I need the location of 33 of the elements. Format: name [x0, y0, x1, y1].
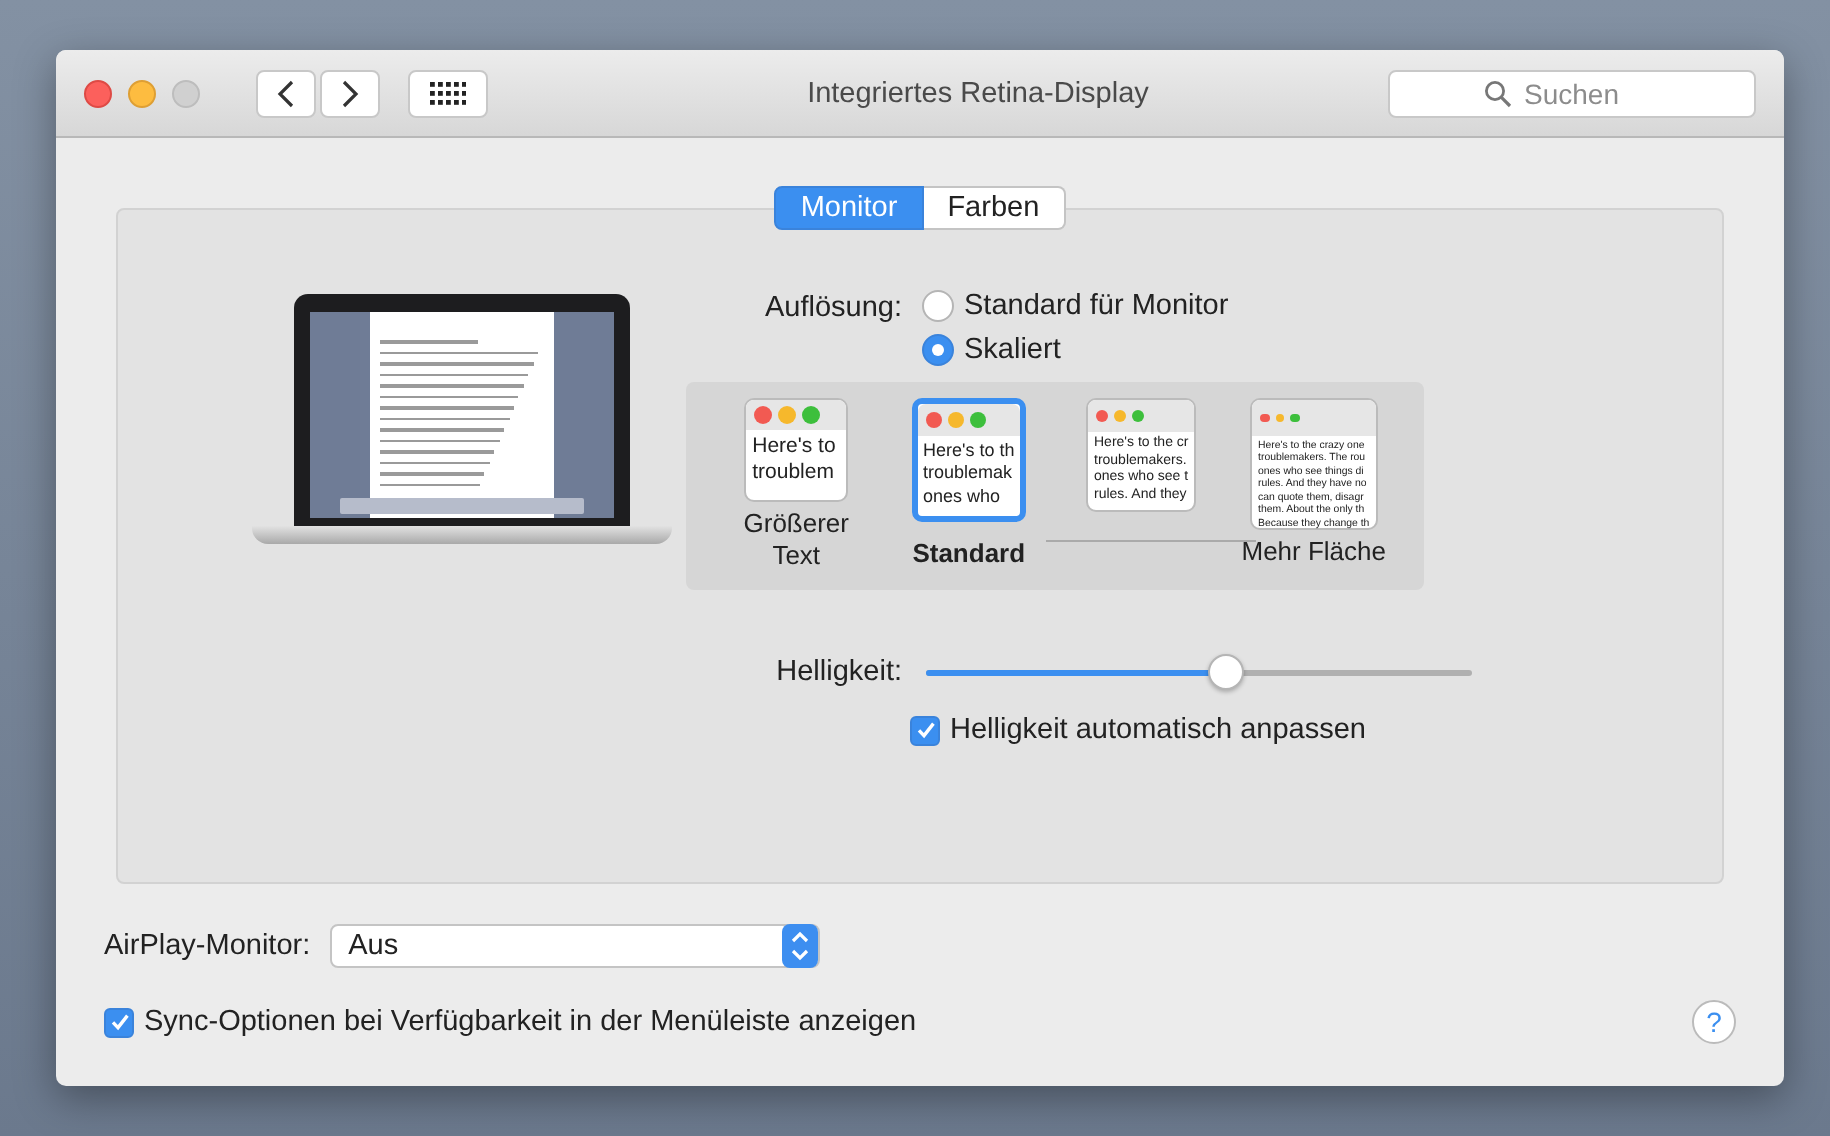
tab[interactable]: Farben — [923, 186, 1066, 230]
scaling-preview[interactable]: Here's to th troublemak ones who — [911, 398, 1027, 522]
grid-icon — [430, 81, 466, 105]
back-button[interactable] — [256, 69, 316, 117]
radio-button[interactable] — [922, 334, 954, 366]
scaling-label: Größerer Text — [741, 508, 851, 572]
radio-option[interactable]: Skaliert — [922, 330, 1229, 370]
search-field[interactable]: Suchen — [1388, 69, 1756, 117]
search-icon — [1484, 79, 1512, 107]
scaling-label: Mehr Fläche — [1241, 536, 1386, 568]
radio-label: Skaliert — [964, 332, 1061, 370]
radio-option[interactable]: Standard für Monitor — [922, 286, 1229, 326]
close-button[interactable] — [84, 79, 112, 107]
brightness-label: Helligkeit: — [774, 654, 902, 692]
scaling-preview[interactable]: Here's to troublem — [744, 398, 849, 502]
checkbox-label: Helligkeit automatisch anpassen — [950, 714, 1366, 746]
chevron-left-icon — [276, 77, 296, 109]
resolution-label: Auflösung: — [762, 290, 902, 328]
forward-button[interactable] — [320, 69, 380, 117]
scaling-label: Standard — [912, 537, 1026, 570]
airplay-dropdown[interactable]: Aus — [330, 924, 821, 968]
checkbox-label: Sync-Optionen bei Verfügbarkeit in der Menüleiste anzeigen — [144, 1006, 917, 1038]
dropdown-arrows-icon — [782, 924, 819, 968]
checkbox[interactable] — [910, 715, 940, 745]
checkbox[interactable] — [104, 1007, 134, 1037]
chevron-right-icon — [340, 77, 360, 109]
radio-label: Standard für Monitor — [964, 288, 1229, 326]
airplay-label: AirPlay-Monitor: — [104, 930, 311, 962]
brightness-slider[interactable] — [926, 654, 1472, 690]
slider-thumb[interactable] — [1208, 654, 1245, 690]
radio-button[interactable] — [922, 290, 954, 322]
show-all-button[interactable] — [408, 69, 488, 117]
window-title: Integriertes Retina-Display — [805, 77, 1151, 109]
